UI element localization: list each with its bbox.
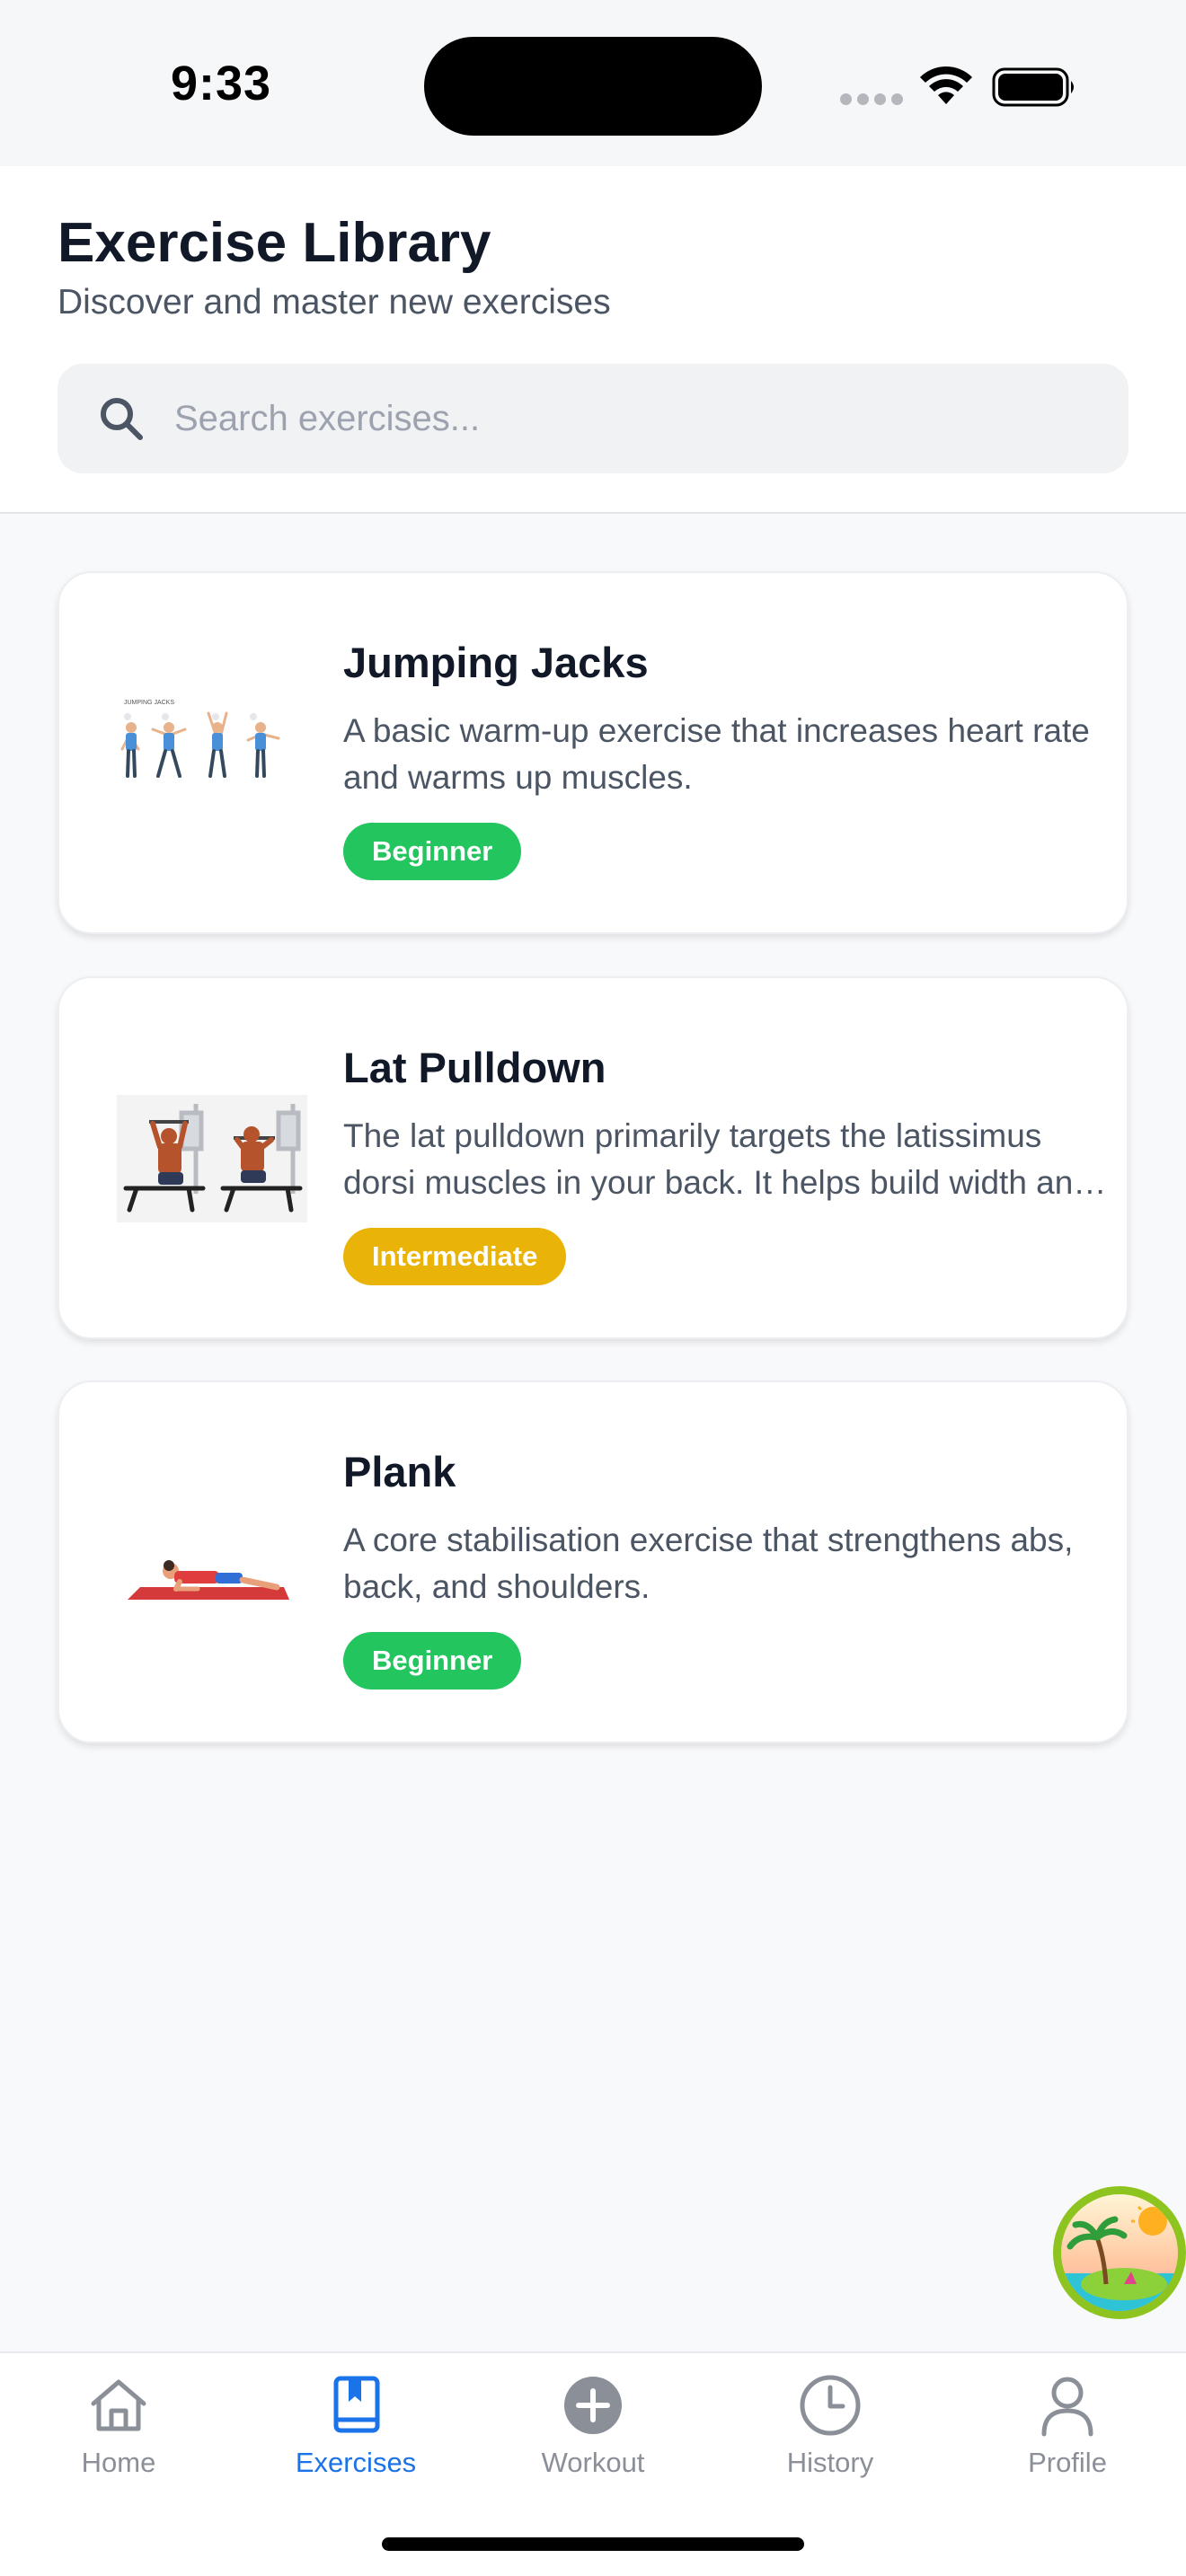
difficulty-badge: Intermediate	[343, 1228, 567, 1285]
tab-label: History	[786, 2447, 874, 2478]
exercise-name: Lat Pulldown	[343, 1044, 606, 1091]
floating-avatar-button[interactable]	[1053, 2186, 1186, 2319]
dynamic-island	[424, 37, 762, 136]
wifi-icon	[920, 66, 972, 104]
exercise-name: Plank	[343, 1448, 456, 1495]
difficulty-badge: Beginner	[343, 1632, 522, 1689]
header: Exercise Library Discover and master new…	[0, 166, 1186, 514]
status-bar: 9:33	[0, 0, 1186, 166]
cellular-signal-icon	[840, 93, 903, 105]
beach-island-icon	[1061, 2194, 1178, 2311]
tab-label: Home	[81, 2447, 156, 2478]
status-time: 9:33	[171, 57, 272, 110]
exercise-description: The lat pulldown primarily targets the l…	[343, 1117, 1092, 1201]
exercise-card-plank[interactable]: Plank A core stabilisation exercise that…	[58, 1381, 1128, 1743]
tab-label: Workout	[541, 2447, 645, 2478]
exercise-name: Jumping Jacks	[343, 639, 649, 686]
plank-thumbnail	[128, 1560, 289, 1600]
page-subtitle: Discover and master new exercises	[58, 283, 611, 322]
tab-label: Profile	[1028, 2447, 1107, 2478]
exercise-description: A basic warm-up exercise that increases …	[343, 712, 1090, 796]
jumping-jacks-thumbnail: JUMPING JACKS	[120, 700, 280, 778]
difficulty-badge: Beginner	[343, 823, 522, 880]
exercise-card-lat-pulldown[interactable]: Lat Pulldown The lat pulldown primarily …	[58, 976, 1128, 1339]
tab-profile[interactable]: Profile	[949, 2353, 1186, 2506]
tab-home[interactable]: Home	[0, 2353, 237, 2506]
tab-workout[interactable]: Workout	[474, 2353, 712, 2506]
exercise-card-jumping-jacks[interactable]: JUMPING JACKS Jumping Jacks A basic warm…	[58, 571, 1128, 934]
battery-icon	[992, 67, 1074, 107]
plus-circle-icon	[564, 2377, 622, 2434]
search-bar[interactable]	[58, 364, 1128, 473]
home-icon	[91, 2379, 146, 2431]
page-title: Exercise Library	[58, 212, 491, 274]
search-icon	[101, 398, 143, 440]
person-icon	[1041, 2377, 1093, 2437]
tab-exercises[interactable]: Exercises	[237, 2353, 474, 2506]
home-indicator[interactable]	[382, 2537, 804, 2551]
tab-label: Exercises	[295, 2447, 417, 2478]
search-input[interactable]	[174, 364, 1091, 473]
book-icon	[333, 2376, 380, 2433]
tab-history[interactable]: History	[712, 2353, 949, 2506]
clock-icon	[800, 2375, 861, 2436]
exercise-description: A core stabilisation exercise that stren…	[343, 1522, 1074, 1605]
svg-text:JUMPING JACKS: JUMPING JACKS	[124, 700, 174, 706]
lat-pulldown-thumbnail	[117, 1095, 307, 1222]
